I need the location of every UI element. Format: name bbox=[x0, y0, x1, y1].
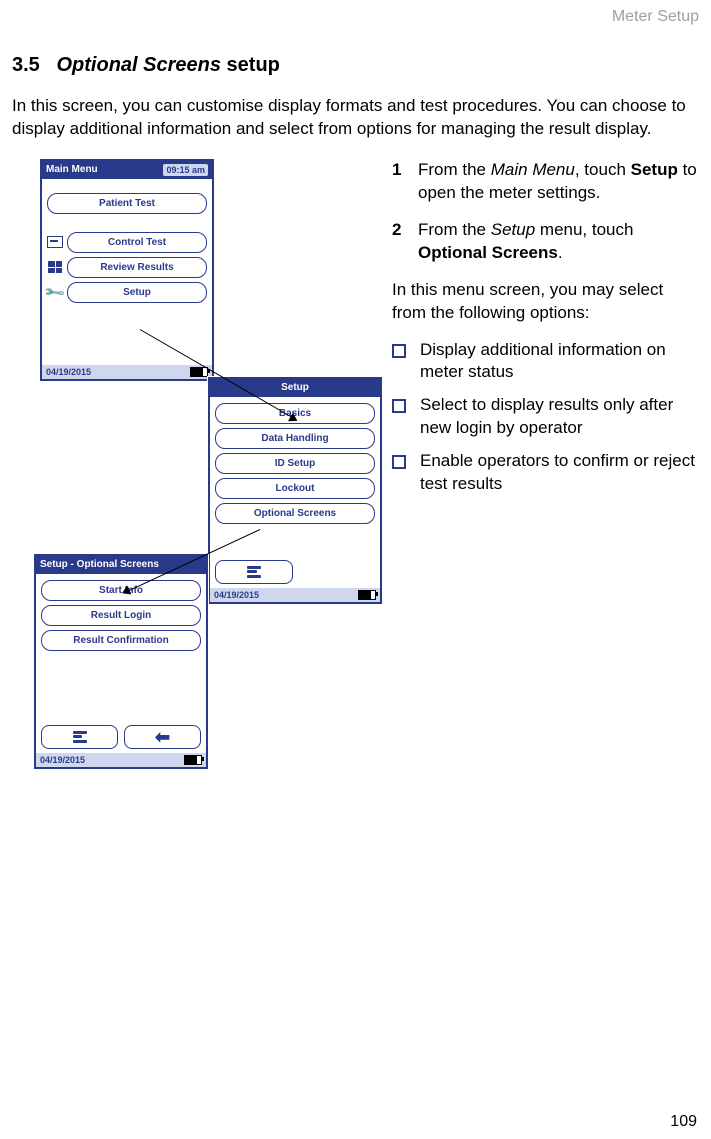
titlebar-setup-label: Setup bbox=[281, 382, 309, 393]
step-italic: Setup bbox=[491, 220, 535, 239]
heading-title-italic: Optional Screens bbox=[56, 54, 221, 76]
list-icon bbox=[247, 566, 261, 578]
back-button[interactable]: ⬅ bbox=[124, 725, 201, 749]
list-nav-button[interactable] bbox=[41, 725, 118, 749]
device-main-bottom: 04/19/2015 bbox=[42, 365, 212, 379]
instructions-column: 1 From the Main Menu, touch Setup to ope… bbox=[382, 159, 699, 506]
optional-screens-button[interactable]: Optional Screens bbox=[215, 503, 375, 524]
options-list: Display additional information on meter … bbox=[392, 339, 699, 497]
device-optional-date: 04/19/2015 bbox=[40, 755, 85, 765]
id-setup-button[interactable]: ID Setup bbox=[215, 453, 375, 474]
device-setup-date: 04/19/2015 bbox=[214, 590, 259, 600]
wrench-icon: 🔧 bbox=[47, 284, 63, 300]
device-optional-screens: Setup - Optional Screens Start Info Resu… bbox=[34, 554, 208, 769]
figure-area: Main Menu 09:15 am Patient Test Control … bbox=[12, 159, 382, 899]
patient-test-button[interactable]: Patient Test bbox=[47, 193, 207, 214]
step-text: . bbox=[558, 243, 563, 262]
list-item: Display additional information on meter … bbox=[420, 339, 699, 385]
list-nav-button[interactable] bbox=[215, 560, 293, 584]
intro-paragraph: In this screen, you can customise displa… bbox=[12, 95, 699, 141]
battery-icon bbox=[190, 367, 208, 377]
device-optional-bottom: 04/19/2015 bbox=[36, 753, 206, 767]
step-2: 2 From the Setup menu, touch Optional Sc… bbox=[392, 219, 699, 265]
titlebar-optional-label: Setup - Optional Screens bbox=[40, 559, 159, 570]
step-number: 1 bbox=[392, 159, 418, 205]
step-1: 1 From the Main Menu, touch Setup to ope… bbox=[392, 159, 699, 205]
list-item: Enable operators to confirm or reject te… bbox=[420, 450, 699, 496]
titlebar-setup: Setup bbox=[210, 379, 380, 397]
lockout-button[interactable]: Lockout bbox=[215, 478, 375, 499]
menu-intro: In this menu screen, you may select from… bbox=[392, 279, 699, 325]
review-results-button[interactable]: Review Results bbox=[67, 257, 207, 278]
step-number: 2 bbox=[392, 219, 418, 265]
step-text: menu, touch bbox=[535, 220, 633, 239]
result-login-button[interactable]: Result Login bbox=[41, 605, 201, 626]
time-chip: 09:15 am bbox=[163, 164, 208, 176]
setup-button[interactable]: Setup bbox=[67, 282, 207, 303]
device-main-date: 04/19/2015 bbox=[46, 367, 91, 377]
step-text: From the bbox=[418, 220, 491, 239]
device-setup: Setup Basics Data Handling ID Setup Lock… bbox=[208, 377, 382, 604]
list-item: Select to display results only after new… bbox=[420, 394, 699, 440]
arrow-left-icon: ⬅ bbox=[155, 728, 170, 746]
step-bold: Optional Screens bbox=[418, 243, 558, 262]
battery-icon bbox=[184, 755, 202, 765]
step-italic: Main Menu bbox=[491, 160, 575, 179]
result-confirmation-button[interactable]: Result Confirmation bbox=[41, 630, 201, 651]
list-icon bbox=[73, 731, 87, 743]
test-strip-icon bbox=[47, 234, 63, 250]
device-setup-bottom: 04/19/2015 bbox=[210, 588, 380, 602]
page-number: 109 bbox=[670, 1113, 697, 1131]
section-heading: 3.5 Optional Screens setup bbox=[12, 54, 699, 77]
titlebar-main: Main Menu 09:15 am bbox=[42, 161, 212, 179]
control-test-button[interactable]: Control Test bbox=[67, 232, 207, 253]
data-handling-button[interactable]: Data Handling bbox=[215, 428, 375, 449]
heading-title-rest: setup bbox=[221, 54, 280, 76]
step-bold: Setup bbox=[631, 160, 678, 179]
battery-icon bbox=[358, 590, 376, 600]
device-main-menu: Main Menu 09:15 am Patient Test Control … bbox=[40, 159, 214, 381]
step-text: From the bbox=[418, 160, 491, 179]
chapter-tag: Meter Setup bbox=[12, 0, 699, 26]
results-icon bbox=[47, 259, 63, 275]
step-text: , touch bbox=[575, 160, 631, 179]
titlebar-main-label: Main Menu bbox=[46, 164, 98, 175]
heading-number: 3.5 bbox=[12, 54, 40, 76]
